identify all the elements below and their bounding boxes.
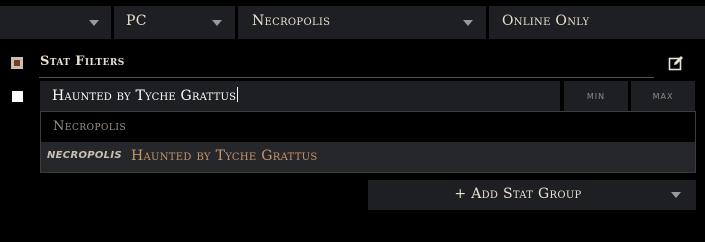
top-filter-bar: PC Necropolis Online Only: [0, 6, 705, 39]
text-cursor: [237, 87, 239, 102]
add-stat-group-label: + Add Stat Group: [454, 186, 582, 202]
chevron-down-icon: [463, 20, 473, 26]
league-dropdown-label: Necropolis: [252, 13, 331, 29]
add-stat-group-button[interactable]: + Add Stat Group: [368, 180, 696, 210]
chevron-down-icon: [89, 20, 99, 26]
edit-icon[interactable]: [668, 55, 684, 71]
stat-suggestions-list: Necropolis NECROPOLIS Haunted by Tyche G…: [40, 111, 696, 173]
chevron-down-icon: [671, 192, 681, 198]
group-divider: [39, 77, 654, 78]
status-dropdown-label: Online Only: [502, 13, 590, 29]
platform-dropdown[interactable]: PC: [114, 6, 235, 39]
platform-dropdown-label: PC: [126, 13, 147, 29]
stat-row-checkbox[interactable]: [12, 91, 23, 102]
stat-filters-group-checkbox[interactable]: [11, 57, 23, 69]
stat-search-input[interactable]: Haunted by Tyche Grattus: [40, 81, 560, 111]
stat-search-value: Haunted by Tyche Grattus: [52, 87, 239, 104]
stat-filters-title: Stat Filters: [40, 54, 125, 69]
suggestion-option[interactable]: NECROPOLIS Haunted by Tyche Grattus: [41, 142, 695, 172]
league-dropdown[interactable]: Necropolis: [238, 6, 486, 39]
chevron-down-icon: [212, 20, 222, 26]
min-input[interactable]: min: [564, 81, 628, 111]
suggestion-name: Haunted by Tyche Grattus: [131, 148, 318, 164]
status-dropdown[interactable]: Online Only: [489, 6, 705, 39]
suggestion-tag: NECROPOLIS: [47, 150, 122, 161]
suggestion-group-header: Necropolis: [53, 119, 127, 134]
category-dropdown[interactable]: [0, 6, 111, 39]
max-input[interactable]: max: [631, 81, 695, 111]
checkbox-icon: [14, 60, 20, 66]
